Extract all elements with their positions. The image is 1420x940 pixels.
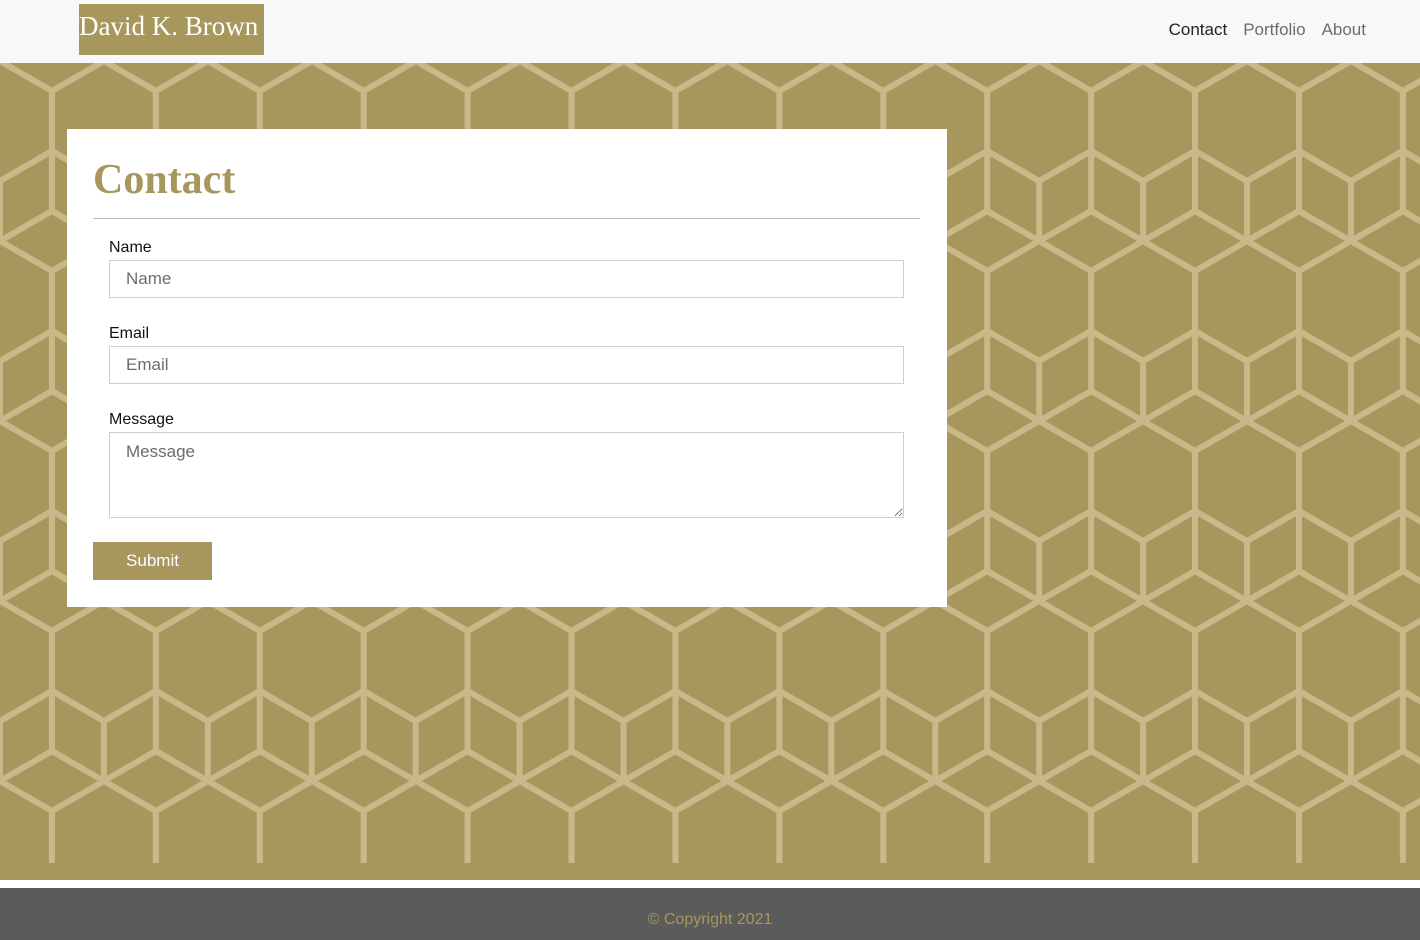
background-bottom-strip [0,863,1420,880]
page-title: Contact [93,157,236,203]
footer: © Copyright 2021 [0,888,1420,940]
submit-button[interactable]: Submit [93,542,212,580]
message-label: Message [109,411,174,428]
message-field[interactable] [109,432,904,518]
nav-links: Contact Portfolio About [1169,19,1366,41]
email-label: Email [109,325,150,342]
email-field[interactable] [109,346,904,384]
name-field[interactable] [109,260,904,298]
nav-link-portfolio[interactable]: Portfolio [1243,19,1305,41]
nav-link-about[interactable]: About [1322,19,1366,41]
name-label: Name [109,239,152,256]
contact-card: Contact Name Email Message Submit [67,129,947,607]
brand-logo-link[interactable]: David K. Brown [79,4,264,55]
title-divider [93,218,920,219]
navbar: David K. Brown Contact Portfolio About [0,0,1420,63]
nav-link-contact[interactable]: Contact [1169,19,1228,41]
copyright-text: © Copyright 2021 [647,911,773,928]
